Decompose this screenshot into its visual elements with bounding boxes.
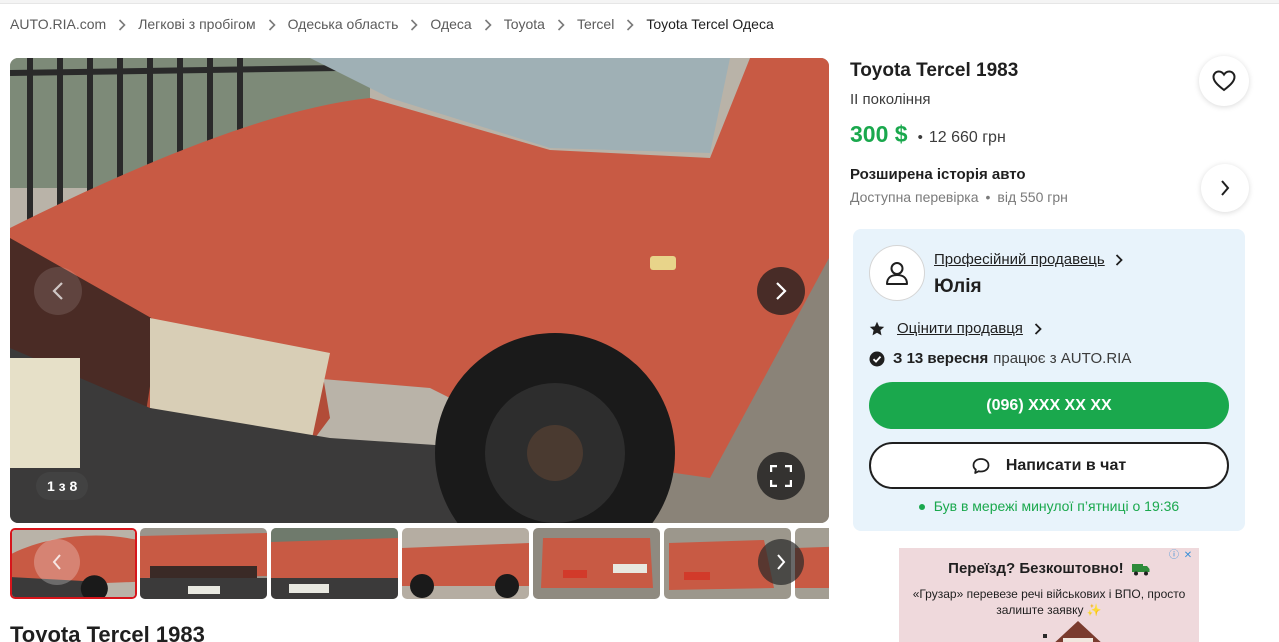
thumbnail-image	[271, 528, 398, 599]
verified-check-icon	[869, 351, 885, 366]
seller-type-link[interactable]: Професійний продавець	[934, 251, 1123, 268]
thumbnail[interactable]	[402, 528, 529, 599]
star-icon	[869, 321, 885, 335]
rate-seller-label: Оцінити продавця	[897, 320, 1023, 337]
history-open-button[interactable]	[1201, 164, 1249, 212]
show-phone-button[interactable]: (096) XXX XX XX	[869, 382, 1229, 429]
chevron-right-icon	[545, 16, 577, 32]
chevron-right-icon	[1221, 180, 1230, 196]
history-separator: •	[985, 189, 991, 205]
breadcrumb-link-used-cars[interactable]: Легкові з пробігом	[138, 16, 255, 32]
price-separator: •	[917, 129, 923, 146]
price-row: 300 $ • 12 660 грн	[850, 121, 1006, 148]
online-status-text: Був в мережі минулої п’ятниці о 19:36	[933, 498, 1180, 514]
seller-type-label: Професійний продавець	[934, 251, 1105, 268]
online-status: Був в мережі минулої п’ятниці о 19:36	[853, 498, 1245, 514]
seller-card: Професійний продавець Юлія Оцінити прода…	[853, 229, 1245, 531]
main-photo[interactable]: 1 з 8	[10, 58, 829, 523]
truck-icon	[1131, 563, 1150, 576]
chevron-right-icon	[256, 16, 288, 32]
listing-title: Toyota Tercel 1983	[850, 60, 1019, 81]
ad-title: Переїзд? Безкоштовно!	[899, 560, 1199, 577]
seller-since-date: З 13 вересня	[893, 350, 989, 367]
breadcrumb-link-region[interactable]: Одеська область	[288, 16, 399, 32]
generation-label: II покоління	[850, 91, 931, 108]
favorite-button[interactable]	[1199, 56, 1249, 106]
user-icon	[886, 262, 908, 285]
price-uah: 12 660 грн	[928, 129, 1006, 146]
chevron-right-icon	[614, 16, 646, 32]
advertisement-banner[interactable]: ⓘ ✕ Переїзд? Безкоштовно! «Грузар» перев…	[899, 548, 1199, 642]
thumbnail-image	[140, 528, 267, 599]
ad-title-text: Переїзд? Безкоштовно!	[948, 560, 1124, 577]
chevron-right-icon	[777, 554, 786, 570]
chevron-right-icon	[106, 16, 138, 32]
fullscreen-icon	[770, 465, 792, 487]
rate-seller-link[interactable]: Оцінити продавця	[869, 320, 1042, 337]
chevron-right-icon	[1115, 253, 1123, 266]
thumbnail[interactable]	[140, 528, 267, 599]
online-dot-icon	[918, 504, 925, 511]
history-title: Розширена історія авто	[850, 166, 1026, 183]
avatar	[869, 245, 925, 301]
history-price: від 550 грн	[997, 189, 1068, 205]
chevron-right-icon	[472, 16, 504, 32]
heart-icon	[1212, 70, 1236, 92]
chevron-right-icon	[776, 282, 787, 300]
price-usd: 300 $	[850, 121, 908, 147]
car-photo-image	[10, 58, 829, 523]
thumbnail-image	[402, 528, 529, 599]
previous-photo-button[interactable]	[34, 267, 82, 315]
next-photo-button[interactable]	[757, 267, 805, 315]
thumbnails-next-button[interactable]	[758, 539, 804, 585]
thumbnail[interactable]	[271, 528, 398, 599]
thumbnail-strip	[10, 528, 829, 599]
breadcrumb: AUTO.RIA.com Легкові з пробігом Одеська …	[10, 14, 774, 34]
seller-since-text: працює з AUTO.RIA	[993, 350, 1132, 367]
fullscreen-button[interactable]	[757, 452, 805, 500]
history-available-check: Доступна перевірка	[850, 189, 979, 205]
thumbnails-previous-button[interactable]	[34, 539, 80, 585]
chevron-left-icon	[52, 554, 61, 570]
thumbnail[interactable]	[533, 528, 660, 599]
ad-text: «Грузар» перевезе речі військових і ВПО,…	[912, 587, 1186, 617]
seller-since: З 13 вересня працює з AUTO.RIA	[869, 350, 1131, 367]
chevron-right-icon	[398, 16, 430, 32]
chevron-left-icon	[52, 282, 63, 300]
write-chat-button[interactable]: Написати в чат	[869, 442, 1229, 489]
seller-name: Юлія	[934, 276, 982, 297]
history-subtitle: Доступна перевірка • від 550 грн	[850, 189, 1068, 205]
write-chat-label: Написати в чат	[1005, 456, 1127, 474]
chevron-right-icon	[1034, 322, 1042, 335]
header-shadow	[0, 0, 1279, 4]
chat-bubble-icon	[972, 457, 990, 474]
breadcrumb-current: Toyota Tercel Одеса	[646, 16, 774, 32]
house-illustration	[1043, 621, 1101, 642]
photo-counter: 1 з 8	[36, 472, 89, 500]
section-title: Toyota Tercel 1983	[10, 622, 205, 642]
breadcrumb-link-home[interactable]: AUTO.RIA.com	[10, 16, 106, 32]
breadcrumb-link-city[interactable]: Одеса	[430, 16, 471, 32]
breadcrumb-link-brand[interactable]: Toyota	[504, 16, 545, 32]
breadcrumb-link-model[interactable]: Tercel	[577, 16, 614, 32]
thumbnail-image	[533, 528, 660, 599]
